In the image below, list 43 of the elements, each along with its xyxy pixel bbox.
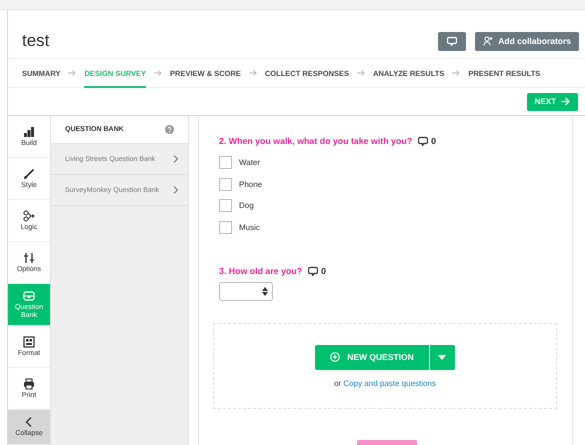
question-title: 2. When you walk, what do you take with you? [219, 136, 412, 146]
option-label: Dog [239, 201, 254, 210]
sort-icon [262, 287, 268, 296]
copy-paste-link[interactable]: Copy and paste questions [343, 378, 436, 388]
layout-icon [23, 336, 35, 348]
comment-count: 0 [321, 266, 326, 276]
build-icon [23, 126, 35, 138]
option-label: Water [239, 158, 260, 168]
dropdown-field[interactable] [219, 282, 273, 301]
dropdown-button[interactable] [430, 344, 455, 370]
checkbox[interactable] [219, 178, 232, 191]
option-label: Phone [239, 180, 262, 189]
comment-icon [447, 36, 458, 46]
help-icon [165, 125, 174, 134]
caret-down-icon [438, 354, 446, 360]
arrow-icon [154, 69, 162, 77]
option-label: Music [239, 222, 260, 232]
chevron-right-icon [173, 186, 178, 194]
question-title: 3. How old are you? [219, 266, 302, 276]
sliders-icon [23, 252, 35, 264]
branch-icon [23, 210, 35, 222]
arrow-icon [452, 69, 460, 77]
add-collaborators-button[interactable]: Add collaborators [475, 32, 579, 50]
comment-icon [308, 266, 318, 276]
arrow-icon [248, 69, 257, 77]
comment-icon [418, 136, 428, 146]
add-person-icon [483, 36, 494, 46]
checkbox[interactable] [219, 220, 232, 234]
copy-paste-text: or Copy and paste questions [334, 378, 436, 388]
comment-count: 0 [431, 136, 436, 146]
comment-button[interactable] [438, 32, 466, 50]
printer-icon [23, 378, 35, 390]
brush-icon [23, 168, 35, 180]
arrow-right-icon [561, 97, 570, 106]
checkbox[interactable] [219, 156, 232, 170]
chevron-right-icon [173, 155, 178, 163]
drawer-icon [23, 290, 35, 302]
checkbox[interactable] [219, 199, 232, 212]
arrow-icon [357, 69, 366, 77]
cut-off-button[interactable] [357, 440, 417, 445]
survey-title: test [22, 31, 50, 51]
plus-circle-icon [330, 352, 340, 362]
arrow-icon [68, 69, 76, 77]
